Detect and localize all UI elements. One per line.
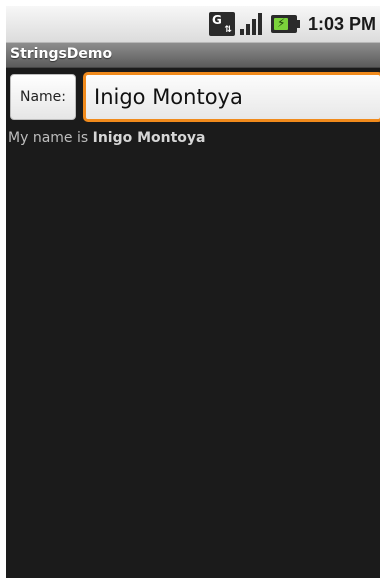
status-icons: G ⇅ ⚡ 1:03 PM	[208, 10, 376, 38]
device-screen: G ⇅ ⚡ 1:03 PM StringsDemo Name: Inigo Mo…	[6, 6, 380, 578]
name-label-text: Name:	[19, 89, 67, 105]
charging-bolt-icon: ⚡	[276, 16, 286, 30]
status-bar: G ⇅ ⚡ 1:03 PM	[6, 6, 380, 43]
name-label-button[interactable]: Name:	[10, 74, 76, 120]
app-title: StringsDemo	[10, 46, 113, 62]
signal-strength-icon	[239, 13, 264, 35]
greeting-prefix: My name is	[8, 130, 93, 146]
greeting-name: Inigo Montoya	[92, 130, 206, 146]
status-clock: 1:03 PM	[307, 13, 376, 34]
battery-charging-icon: ⚡	[270, 15, 300, 33]
data-icon-letter: G	[211, 13, 222, 27]
app-title-bar: StringsDemo	[6, 43, 380, 68]
name-input[interactable]: Inigo Montoya	[83, 72, 380, 122]
greeting-message: My name is Inigo Montoya	[8, 130, 206, 146]
name-row: Name: Inigo Montoya	[6, 70, 380, 124]
data-arrows-icon: ⇅	[224, 25, 232, 35]
data-3g-icon: G ⇅	[208, 12, 235, 36]
